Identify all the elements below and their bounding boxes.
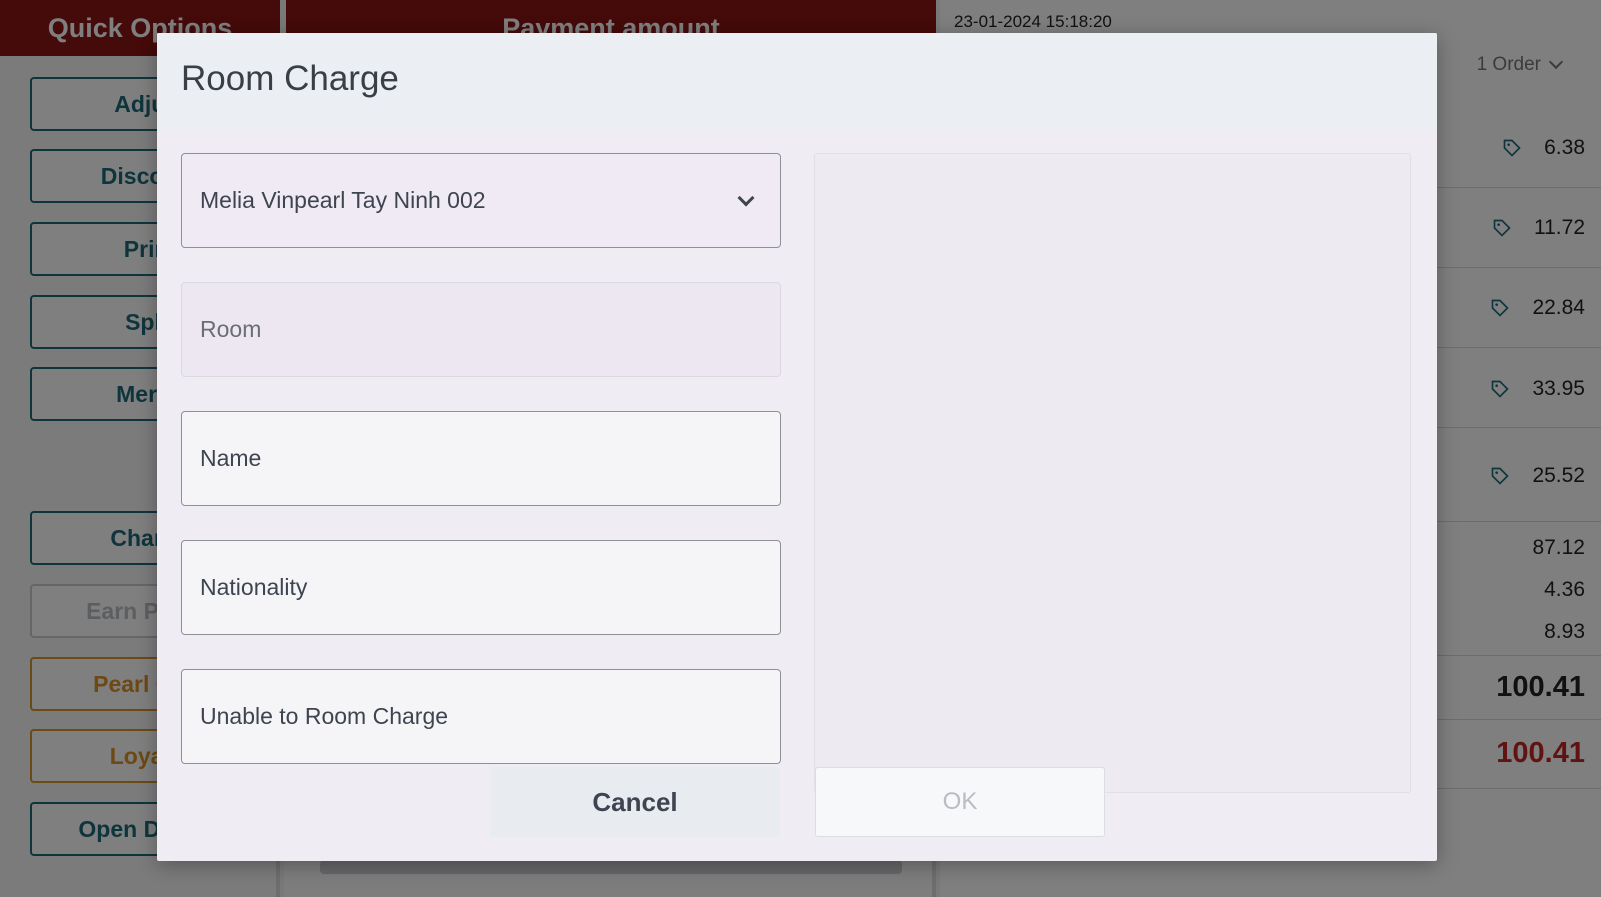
room-charge-dialog: Room Charge Melia Vinpearl Tay Ninh 002 … xyxy=(157,33,1437,861)
cancel-button[interactable]: Cancel xyxy=(490,767,780,837)
nationality-field[interactable]: Nationality xyxy=(181,540,781,635)
name-placeholder: Name xyxy=(200,445,262,471)
dialog-header: Room Charge xyxy=(157,33,1437,129)
ok-button[interactable]: OK xyxy=(815,767,1105,837)
property-select-value: Melia Vinpearl Tay Ninh 002 xyxy=(200,187,486,213)
nationality-placeholder: Nationality xyxy=(200,574,308,600)
details-panel xyxy=(814,153,1411,793)
room-field[interactable]: Room xyxy=(181,282,781,377)
dialog-title: Room Charge xyxy=(181,59,399,98)
name-field[interactable]: Name xyxy=(181,411,781,506)
property-select[interactable]: Melia Vinpearl Tay Ninh 002 xyxy=(181,153,781,248)
unable-room-charge-label: Unable to Room Charge xyxy=(200,703,449,729)
unable-room-charge-field[interactable]: Unable to Room Charge xyxy=(181,669,781,764)
chevron-down-icon xyxy=(737,189,755,207)
room-placeholder: Room xyxy=(200,316,262,342)
